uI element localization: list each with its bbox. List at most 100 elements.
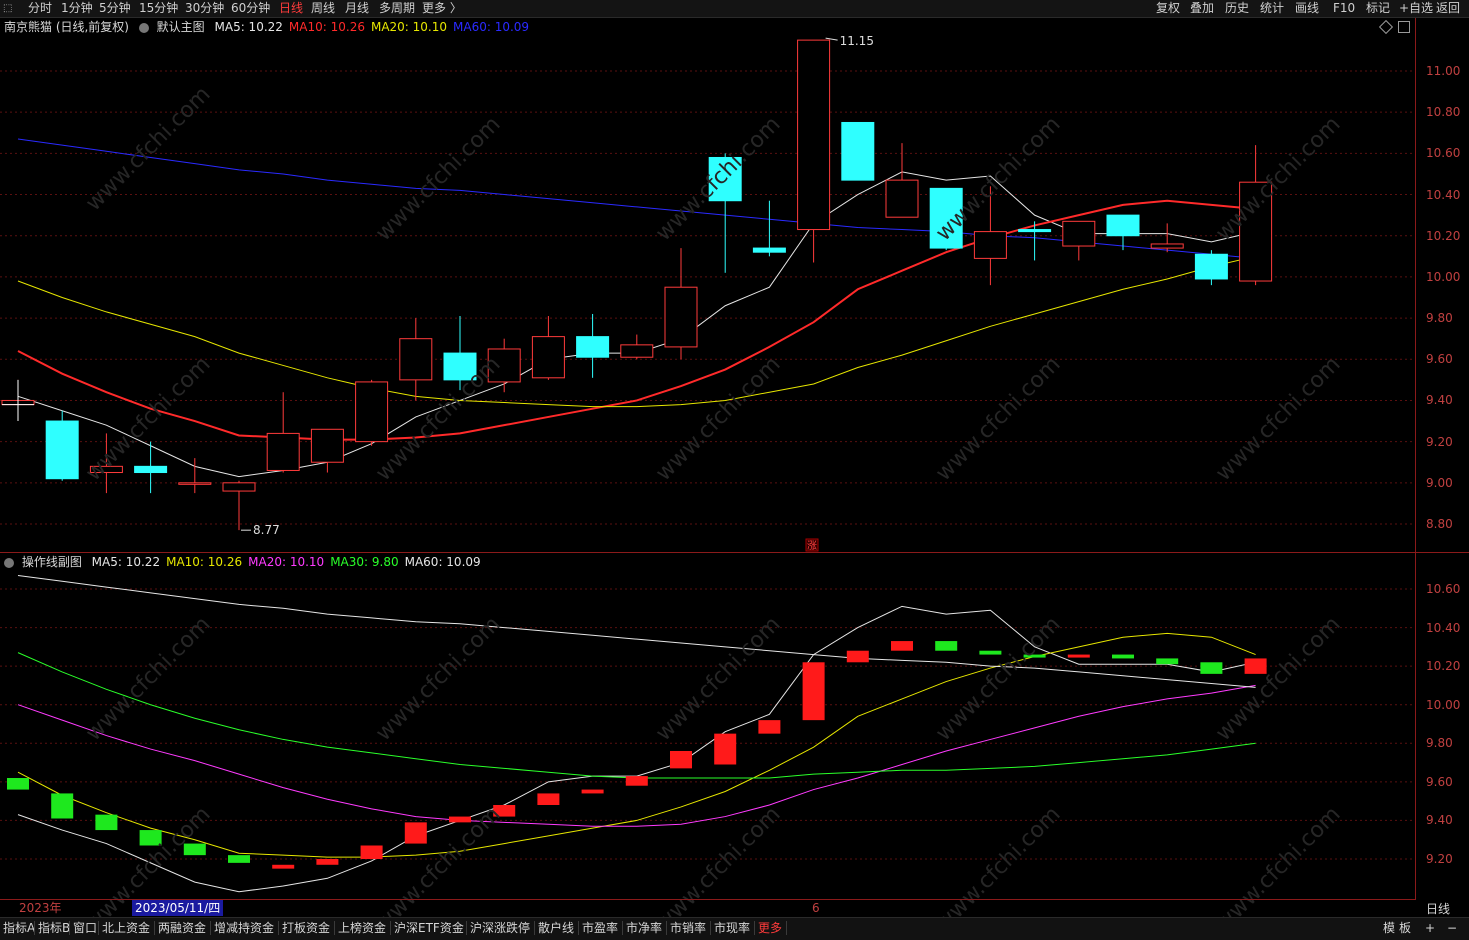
bottom-control-3[interactable]: − [1447,918,1457,938]
tab-divider [786,921,787,935]
sub-bar-13 [581,789,604,794]
sub-bar-7 [316,859,339,865]
collapse-icon[interactable] [4,557,14,568]
main-price-label-1: 10.80 [1426,105,1461,120]
indicator-tab-10[interactable]: 散户线 [538,918,574,938]
tab-divider [210,921,211,935]
zhang-marker: 涨 [807,540,817,552]
sub-bar-6 [272,864,295,869]
main-price-label-0: 11.00 [1426,64,1461,78]
candle-body-5 [222,482,256,492]
sub-bar-25 [1112,654,1134,659]
year-label: 2023年 [19,901,62,915]
candle-body-24 [1062,220,1096,247]
sub-price-label-0: 10.60 [1426,582,1461,596]
indicator-tab-15[interactable]: 更多 [758,918,782,938]
candle-body-27 [1194,253,1228,280]
tab-divider [390,921,391,935]
sub-price-label-4: 9.80 [1426,736,1453,751]
candle-body-13 [576,336,610,358]
tab-divider [154,921,155,935]
candle-body-25 [1106,214,1140,237]
candlestick-chart[interactable]: 11.15 8.77 涨 www.cfchi.com www.cfchi.com www.… [0,0,1469,917]
sub-bar-19 [846,650,869,663]
tab-divider [466,921,467,935]
sub-chart-title[interactable]: 操作线副图 [22,555,82,569]
price-axis-border [1415,18,1416,900]
sub-ma-legend-1: MA10: 10.26 [166,555,243,569]
indicator-tab-12[interactable]: 市净率 [626,918,662,938]
main-price-label-9: 9.20 [1426,434,1453,449]
sub-price-label-5: 9.60 [1426,774,1453,789]
sub-bar-27 [1200,662,1223,674]
indicator-tab-6[interactable]: 打板资金 [282,918,330,938]
candle-body-20 [885,179,919,218]
candle-body-9 [399,338,433,381]
period-label: 日线 [1426,902,1451,916]
indicator-tab-9[interactable]: 沪深涨跌停 [470,918,530,938]
sub-chart-header: 操作线副图 MA5: 10.22 MA10: 10.26 MA20: 10.10 MA… [4,554,487,570]
candle-body-22 [973,231,1007,259]
low-mark-label: 8.77 [253,523,280,537]
indicator-tab-13[interactable]: 市销率 [670,918,706,938]
tab-divider [534,921,535,935]
high-mark-label: 11.15 [840,34,874,48]
indicator-tab-1[interactable]: 指标B [38,918,70,938]
watermark-8: www.cfchi.com [931,352,1065,486]
watermark-3: www.cfchi.com [931,112,1065,246]
watermark-11: www.cfchi.com [371,612,505,746]
sub-bar-12 [537,793,560,805]
bottom-control-0[interactable]: 模 [1383,918,1395,938]
indicator-tab-14[interactable]: 市现率 [714,918,750,938]
watermark-9: www.cfchi.com [1211,352,1345,486]
candle-body-7 [310,428,344,463]
sub-price-label-6: 9.40 [1426,813,1453,828]
watermark-10: www.cfchi.com [81,612,215,746]
main-price-label-2: 10.60 [1426,146,1461,161]
indicator-tab-7[interactable]: 上榜资金 [338,918,386,938]
indicator-tab-11[interactable]: 市盈率 [582,918,618,938]
sub-bar-26 [1156,658,1179,665]
main-price-label-4: 10.20 [1426,228,1461,243]
indicator-tab-3[interactable]: 北上资金 [102,918,150,938]
sub-ma-legend-4: MA60: 10.09 [404,555,481,569]
sub-bar-9 [404,822,427,844]
tab-divider [666,921,667,935]
sub-bar-14 [625,776,648,786]
indicator-tab-0[interactable]: 指标A [3,918,35,938]
sub-line-ma20 [17,684,1256,827]
panel-separator [0,552,1469,553]
watermark-14: www.cfchi.com [1211,612,1345,746]
ma-line-ma20 [17,255,1256,408]
candle-body-6 [266,432,300,471]
sub-ma-legend-0: MA5: 10.22 [91,555,161,569]
watermark-6: www.cfchi.com [371,352,505,486]
bottom-control-1[interactable]: 板 [1399,918,1411,938]
candle-body-12 [531,336,565,379]
main-price-label-7: 9.60 [1426,352,1453,367]
sub-ma-legend-2: MA20: 10.10 [248,555,325,569]
tab-divider [710,921,711,935]
month-label: 6 [812,901,820,915]
watermark-0: www.cfchi.com [81,82,215,216]
watermark-13: www.cfchi.com [931,612,1065,746]
sub-bar-5 [228,855,250,863]
indicator-tab-4[interactable]: 两融资金 [158,918,206,938]
sub-bar-1 [51,793,74,819]
candle-body-15 [664,286,698,348]
tab-divider [69,921,70,935]
indicator-tab-5[interactable]: 增减持资金 [214,918,274,938]
sub-price-label-7: 9.20 [1426,852,1453,866]
sub-price-label-3: 10.00 [1426,697,1461,712]
candle-body-19 [841,121,875,181]
candle-body-18 [797,39,831,231]
indicator-tab-2[interactable]: 窗口 [73,918,97,938]
tab-divider [622,921,623,935]
main-price-label-10: 9.00 [1426,475,1453,490]
sub-bar-15 [670,751,692,769]
candle-body-1 [45,420,79,480]
bottom-control-2[interactable]: + [1425,918,1435,938]
tab-divider [334,921,335,935]
main-price-label-5: 10.00 [1426,269,1461,284]
indicator-tab-8[interactable]: 沪深ETF资金 [394,918,464,938]
